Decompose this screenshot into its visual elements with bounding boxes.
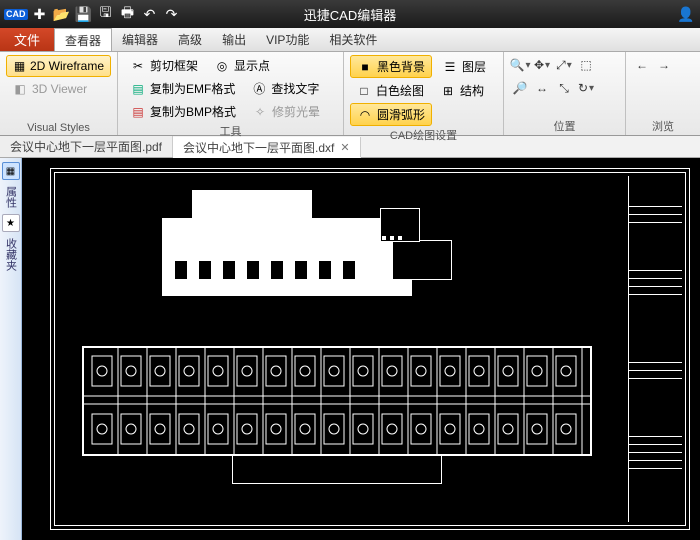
wireframe-icon: ▦	[13, 58, 26, 74]
menu-viewer[interactable]: 查看器	[54, 28, 112, 51]
white-bg-label: 白色绘图	[376, 82, 424, 99]
smooth-arc-button[interactable]: ◠圆滑弧形	[350, 103, 432, 126]
user-icon[interactable]: 👤	[676, 4, 696, 24]
find-text-label: 查找文字	[271, 80, 319, 97]
nav-fwd-button[interactable]: →	[654, 55, 674, 75]
zoom-in-button[interactable]: 🔍▾	[510, 55, 530, 75]
detail-dot	[390, 236, 394, 240]
menu-output[interactable]: 输出	[212, 28, 256, 51]
save-icon[interactable]: 💾	[74, 4, 94, 24]
group-label-browse: 浏览	[632, 117, 694, 134]
cube-icon: ◧	[12, 81, 28, 97]
rotate-button[interactable]: ↻▾	[576, 78, 596, 98]
doctab-pdf-label: 会议中心地下一层平面图.pdf	[10, 138, 162, 155]
redo-icon[interactable]: ↷	[162, 4, 182, 24]
app-title: 迅捷CAD编辑器	[304, 5, 396, 24]
document-tabs: 会议中心地下一层平面图.pdf 会议中心地下一层平面图.dxf ✕	[0, 136, 700, 158]
layers-button[interactable]: ☰图层	[436, 56, 492, 77]
emf-icon: ▤	[130, 81, 146, 97]
plan-upper	[162, 190, 452, 310]
menu-advanced[interactable]: 高级	[168, 28, 212, 51]
viewer3d-button[interactable]: ◧ 3D Viewer	[6, 79, 111, 99]
titlebar: CAD ✚ 📂 💾 🖫 🖶 ↶ ↷ 迅捷CAD编辑器 👤	[0, 0, 700, 28]
show-point-label: 显示点	[234, 57, 270, 74]
copy-emf-button[interactable]: ▤复制为EMF格式	[124, 78, 241, 99]
structure-label: 结构	[460, 82, 484, 99]
zoom-nav-button[interactable]: ✥▾	[532, 55, 552, 75]
close-tab-icon[interactable]: ✕	[340, 141, 349, 154]
layers-label: 图层	[462, 58, 486, 75]
show-point-button[interactable]: ◎显示点	[208, 55, 276, 76]
ribbon-group-browse: ← → 浏览	[626, 52, 700, 135]
new-icon[interactable]: ✚	[30, 4, 50, 24]
drawing-canvas[interactable]	[22, 158, 700, 540]
menu-editor[interactable]: 编辑器	[112, 28, 168, 51]
print-icon[interactable]: 🖶	[118, 4, 138, 24]
ribbon-group-visual-styles: ▦ 2D Wireframe ◧ 3D Viewer Visual Styles	[0, 52, 118, 135]
white-square-icon: □	[356, 83, 372, 99]
saveas-icon[interactable]: 🖫	[96, 4, 116, 24]
zoom-region-button[interactable]: ⬚	[576, 55, 596, 75]
layers-icon: ☰	[442, 59, 458, 75]
sidebar-properties-label[interactable]: 属性	[3, 182, 19, 212]
detail-dot	[398, 236, 402, 240]
tree-icon: ⊞	[440, 83, 456, 99]
sidebar: ▦ 属性 ★ 收藏夹	[0, 158, 22, 540]
clip-label: 剪切框架	[150, 57, 198, 74]
app-logo: CAD	[4, 9, 28, 20]
sidebar-favorites-label[interactable]: 收藏夹	[3, 234, 19, 275]
doctab-pdf[interactable]: 会议中心地下一层平面图.pdf	[0, 136, 173, 157]
undo-icon[interactable]: ↶	[140, 4, 160, 24]
copy-bmp-label: 复制为BMP格式	[150, 103, 236, 120]
structure-button[interactable]: ⊞结构	[434, 80, 490, 101]
file-menu[interactable]: 文件	[0, 28, 54, 51]
viewer3d-label: 3D Viewer	[32, 82, 87, 96]
nav-back-button[interactable]: ←	[632, 55, 652, 75]
sidebar-favorites-button[interactable]: ★	[2, 214, 20, 232]
ribbon-group-cad-settings: ■黑色背景 ☰图层 □白色绘图 ⊞结构 ◠圆滑弧形 CAD绘图设置	[344, 52, 504, 135]
bmp-icon: ▤	[130, 104, 146, 120]
pan-button[interactable]: ↔	[532, 78, 552, 98]
black-square-icon: ■	[357, 59, 373, 75]
workspace: ▦ 属性 ★ 收藏夹	[0, 158, 700, 540]
zoom-out-button[interactable]: 🔎	[510, 78, 530, 98]
detail-dot	[382, 236, 386, 240]
copy-bmp-button[interactable]: ▤复制为BMP格式	[124, 101, 242, 122]
menubar: 文件 查看器 编辑器 高级 输出 VIP功能 相关软件	[0, 28, 700, 52]
menu-vip[interactable]: VIP功能	[256, 28, 319, 51]
trim-halo-button[interactable]: ✧修剪光晕	[246, 101, 326, 122]
copy-emf-label: 复制为EMF格式	[150, 80, 235, 97]
menu-related[interactable]: 相关软件	[319, 28, 387, 51]
ribbon-group-position: 🔍▾ ✥▾ ⤢▾ ⬚ 🔎 ↔ ⤡ ↻▾ 位置	[504, 52, 626, 135]
open-icon[interactable]: 📂	[52, 4, 72, 24]
wireframe-button[interactable]: ▦ 2D Wireframe	[6, 55, 111, 77]
ribbon-group-tools: ✂剪切框架 ◎显示点 ▤复制为EMF格式 Ⓐ查找文字 ▤复制为BMP格式 ✧修剪…	[118, 52, 344, 135]
lower-plan-bays	[82, 336, 592, 486]
ribbon: ▦ 2D Wireframe ◧ 3D Viewer Visual Styles…	[0, 52, 700, 136]
title-block	[628, 176, 682, 522]
find-text-button[interactable]: Ⓐ查找文字	[245, 78, 325, 99]
clip-frame-button[interactable]: ✂剪切框架	[124, 55, 204, 76]
sidebar-properties-button[interactable]: ▦	[2, 162, 20, 180]
wireframe-label: 2D Wireframe	[30, 59, 104, 73]
target-icon: ◎	[214, 58, 230, 74]
white-bg-button[interactable]: □白色绘图	[350, 80, 430, 101]
extents-button[interactable]: ⤡	[554, 78, 574, 98]
group-label-position: 位置	[510, 117, 619, 134]
group-label-cad: CAD绘图设置	[350, 126, 497, 143]
group-label-visual: Visual Styles	[6, 121, 111, 134]
search-text-icon: Ⓐ	[251, 81, 267, 97]
doctab-dxf-label: 会议中心地下一层平面图.dxf	[183, 139, 334, 156]
black-bg-label: 黑色背景	[377, 58, 425, 75]
halo-icon: ✧	[252, 104, 268, 120]
scissors-icon: ✂	[130, 58, 146, 74]
arc-icon: ◠	[357, 107, 373, 123]
smooth-arc-label: 圆滑弧形	[377, 106, 425, 123]
black-bg-button[interactable]: ■黑色背景	[350, 55, 432, 78]
doctab-dxf[interactable]: 会议中心地下一层平面图.dxf ✕	[173, 137, 361, 158]
zoom-fit-button[interactable]: ⤢▾	[554, 55, 574, 75]
trim-halo-label: 修剪光晕	[272, 103, 320, 120]
